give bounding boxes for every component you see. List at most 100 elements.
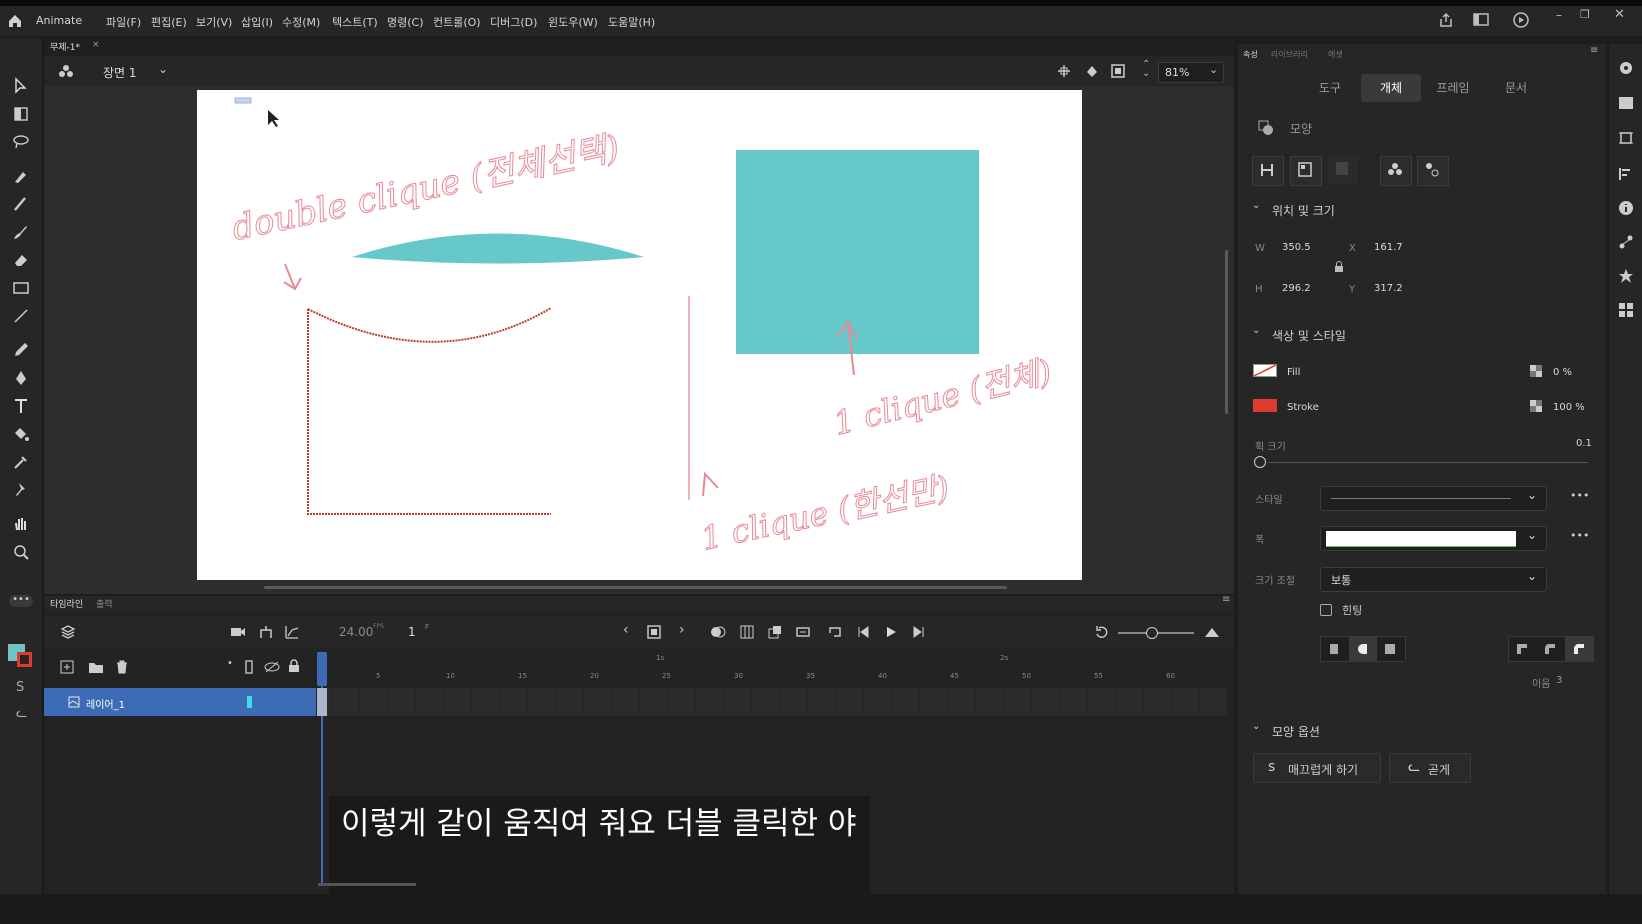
pin-tool-icon[interactable] <box>11 480 31 500</box>
position-chevron-icon[interactable]: ⌄ <box>1252 200 1260 211</box>
workspace-icon[interactable] <box>1473 13 1489 27</box>
miter-value[interactable]: 3 <box>1556 675 1562 686</box>
frame-zoom-thumb[interactable] <box>1146 627 1158 639</box>
stroke-alpha[interactable]: 100 % <box>1553 402 1585 413</box>
menu-edit[interactable]: 편집(E) <box>151 14 187 30</box>
stroke-size-thumb[interactable] <box>1254 456 1266 468</box>
insert-keyframe-icon[interactable] <box>647 625 661 639</box>
stage-canvas[interactable]: double clique (전체선택) 1 clique (전체) 1 cli… <box>197 90 1082 580</box>
add-layer-icon[interactable] <box>60 660 74 674</box>
step-forward-icon[interactable] <box>912 625 926 639</box>
paint-bucket-icon[interactable] <box>11 424 31 444</box>
frame-value[interactable]: 1 <box>408 625 416 639</box>
menu-insert[interactable]: 삽입(I) <box>241 14 273 30</box>
x-value[interactable]: 161.7 <box>1374 242 1403 253</box>
scale-dropdown[interactable]: 보통 ⌄ <box>1320 567 1547 592</box>
next-keyframe-icon[interactable]: › <box>679 622 685 638</box>
playhead[interactable] <box>317 652 327 686</box>
timeline-tab[interactable]: 타임라인 <box>50 597 83 610</box>
stroke-size-slider[interactable] <box>1268 462 1588 463</box>
edit-button[interactable] <box>1417 156 1449 186</box>
stroke-color-swatch[interactable] <box>17 652 32 667</box>
assets-tab[interactable]: 에셋 <box>1328 49 1343 60</box>
selection-tool-icon[interactable] <box>11 76 31 96</box>
cap-round-button[interactable] <box>1349 637 1377 661</box>
delete-layer-icon[interactable] <box>115 660 129 674</box>
hinting-checkbox[interactable] <box>1320 604 1332 616</box>
color-section-title[interactable]: 색상 및 스타일 <box>1272 327 1346 344</box>
tab-close-icon[interactable]: × <box>92 40 100 50</box>
tab-document[interactable]: 문서 <box>1486 74 1546 102</box>
edit-scene-icon[interactable] <box>58 63 74 79</box>
join-bevel-button[interactable] <box>1565 637 1593 661</box>
fill-swatch[interactable] <box>1253 364 1277 377</box>
layer-name[interactable]: 레이어_1 <box>86 696 125 711</box>
mountain-icon[interactable] <box>1204 625 1220 639</box>
onion-skin-icon[interactable] <box>710 625 726 639</box>
components-panel-icon[interactable] <box>1618 268 1634 284</box>
pencil-tool-icon[interactable] <box>11 340 31 360</box>
tab-object[interactable]: 개체 <box>1361 74 1421 102</box>
style-more-icon[interactable]: ••• <box>1570 489 1589 502</box>
share-icon[interactable] <box>1438 12 1454 28</box>
width-profile-dropdown[interactable]: ⌄ <box>1320 526 1547 551</box>
panel-menu-icon[interactable]: ≡ <box>1590 45 1598 56</box>
graph-icon[interactable] <box>284 624 300 640</box>
rotate-stage-icon[interactable] <box>1084 63 1100 79</box>
aspect-lock-icon[interactable] <box>1334 261 1344 273</box>
stage-hscrollbar[interactable] <box>264 586 1007 589</box>
shape-options-chevron-icon[interactable]: ⌄ <box>1252 721 1260 732</box>
eyedropper-icon[interactable] <box>11 452 31 472</box>
clip-stage-icon[interactable] <box>1110 63 1126 79</box>
straighten-button[interactable]: ᓚ 곧게 <box>1389 753 1471 783</box>
library-panel-icon[interactable] <box>1618 96 1634 110</box>
align-panel-icon[interactable] <box>1618 166 1634 182</box>
menu-control[interactable]: 컨트롤(O) <box>433 14 481 30</box>
lock-icon[interactable] <box>288 659 300 673</box>
zoom-field[interactable]: 81% ⌄ <box>1158 62 1224 83</box>
stroke-style-dropdown[interactable]: ⌄ <box>1320 486 1547 511</box>
minimize-icon[interactable]: – <box>1556 8 1562 22</box>
menu-text[interactable]: 텍스트(T) <box>332 14 378 30</box>
timeline-menu-icon[interactable]: ≡ <box>1222 594 1230 605</box>
prev-keyframe-icon[interactable]: ‹ <box>623 622 629 638</box>
join-round-icon[interactable] <box>1543 642 1557 656</box>
menu-debug[interactable]: 디버그(D) <box>490 14 537 30</box>
play-icon[interactable] <box>884 625 898 639</box>
stroke-size-value[interactable]: 0.1 <box>1576 438 1592 449</box>
create-tween-icon[interactable] <box>768 625 782 639</box>
keyframe-cell[interactable] <box>317 688 327 716</box>
test-movie-icon[interactable] <box>1513 12 1529 28</box>
step-back-icon[interactable] <box>856 625 870 639</box>
layer-row[interactable]: 레이어_1 <box>44 688 316 716</box>
frame-ruler[interactable]: 1s 2s 5 10 15 20 25 30 35 40 45 50 55 60 <box>318 654 1228 686</box>
w-value[interactable]: 350.5 <box>1282 242 1311 253</box>
close-icon[interactable]: ✕ <box>1614 7 1625 22</box>
edit-multiple-icon[interactable] <box>740 625 754 639</box>
transform-panel-icon[interactable] <box>1618 130 1634 146</box>
h-value[interactable]: 296.2 <box>1282 283 1311 294</box>
home-icon[interactable] <box>7 13 23 29</box>
outline-toggle-icon[interactable] <box>244 660 254 674</box>
layers-icon[interactable] <box>60 624 76 640</box>
frame-track[interactable] <box>318 688 1228 716</box>
visibility-icon[interactable] <box>264 661 280 673</box>
lasso-tool-icon[interactable] <box>11 132 31 152</box>
properties-panel-icon[interactable] <box>1618 60 1634 76</box>
camera-icon[interactable] <box>230 625 246 639</box>
scene-name[interactable]: 장면 1 <box>103 64 137 81</box>
position-section-title[interactable]: 위치 및 크기 <box>1272 202 1335 219</box>
swatches-panel-icon[interactable] <box>1618 302 1634 318</box>
menu-view[interactable]: 보기(V) <box>196 14 232 30</box>
fps-value[interactable]: 24.00 <box>339 625 373 639</box>
center-stage-icon[interactable] <box>1056 63 1072 79</box>
pen-tool-icon[interactable] <box>11 368 31 388</box>
menu-commands[interactable]: 명령(C) <box>387 14 424 30</box>
output-tab[interactable]: 출력 <box>96 597 113 610</box>
menu-file[interactable]: 파일(F) <box>106 14 141 30</box>
smooth-mode-icon[interactable]: S <box>16 680 24 695</box>
convert-icon[interactable] <box>796 625 810 639</box>
fill-alpha[interactable]: 0 % <box>1553 367 1572 378</box>
stage-vscrollbar[interactable] <box>1225 250 1228 414</box>
highlight-dot-icon[interactable]: • <box>227 658 233 669</box>
